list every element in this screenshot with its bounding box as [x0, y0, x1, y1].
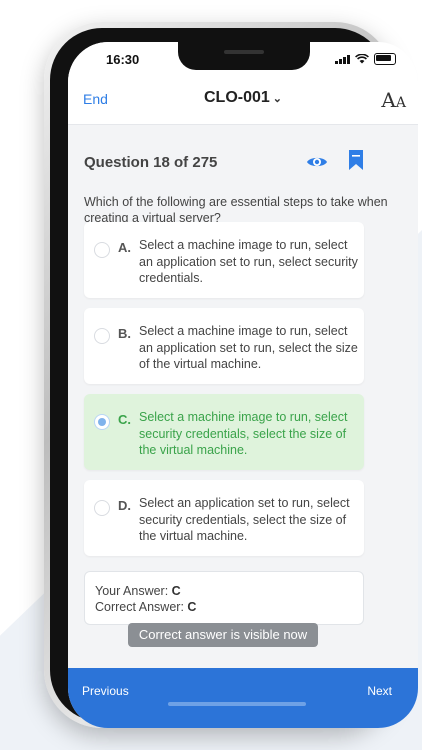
status-time: 16:30: [106, 52, 140, 67]
status-icons: [335, 53, 396, 65]
top-nav: End CLO-001 ⌄ AA: [68, 76, 418, 125]
option-a[interactable]: A. Select a machine image to run, select…: [84, 222, 364, 298]
home-indicator: [168, 702, 306, 706]
your-answer: Your Answer: C: [95, 584, 181, 598]
bookmark-icon[interactable]: [349, 150, 363, 170]
option-letter: B.: [118, 326, 131, 341]
option-d[interactable]: D. Select an application set to run, sel…: [84, 480, 364, 556]
option-text: Select a machine image to run, select an…: [139, 238, 358, 285]
answer-summary: Your Answer: C Correct Answer: C: [84, 571, 364, 625]
radio-a[interactable]: [94, 242, 110, 258]
radio-d[interactable]: [94, 500, 110, 516]
radio-b[interactable]: [94, 328, 110, 344]
bottom-bar: Previous Next: [68, 668, 418, 728]
question-counter: Question 18 of 275: [84, 154, 218, 171]
option-letter: D.: [118, 498, 131, 513]
battery-icon: [374, 53, 396, 65]
exam-selector[interactable]: CLO-001 ⌄: [68, 89, 418, 107]
correct-answer-value: C: [187, 600, 197, 614]
notch: [178, 42, 310, 70]
option-c[interactable]: C. Select a machine image to run, select…: [84, 394, 364, 470]
font-size-icon[interactable]: AA: [381, 88, 406, 112]
option-text: Select a machine image to run, select se…: [139, 410, 348, 457]
exam-title: CLO-001: [203, 89, 270, 106]
radio-c[interactable]: [94, 414, 110, 430]
next-button[interactable]: Next: [367, 684, 392, 698]
option-text: Select a machine image to run, select an…: [139, 324, 358, 371]
previous-button[interactable]: Previous: [82, 684, 129, 698]
wifi-icon: [355, 54, 369, 64]
correct-answer-label: Correct Answer:: [95, 600, 188, 614]
chevron-down-icon: ⌄: [272, 93, 282, 105]
your-answer-value: C: [171, 584, 181, 598]
eye-icon[interactable]: [306, 154, 328, 170]
option-letter: A.: [118, 240, 131, 255]
toast-message: Correct answer is visible now: [128, 623, 318, 647]
option-letter: C.: [118, 412, 131, 427]
correct-answer: Correct Answer: C: [95, 600, 196, 614]
your-answer-label: Your Answer:: [95, 584, 172, 598]
signal-icon: [335, 54, 350, 64]
option-text: Select an application set to run, select…: [139, 496, 350, 543]
app-screen: 16:30 End CLO-001 ⌄ AA Question 18 of 275…: [68, 42, 418, 728]
option-b[interactable]: B. Select a machine image to run, select…: [84, 308, 364, 384]
